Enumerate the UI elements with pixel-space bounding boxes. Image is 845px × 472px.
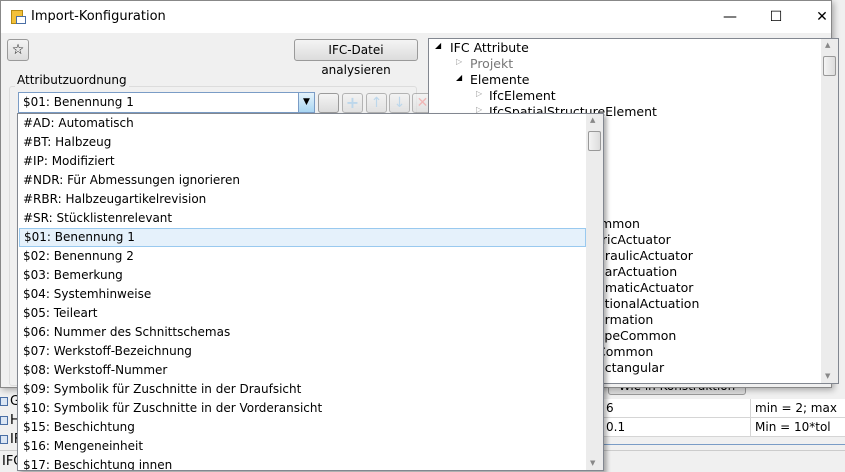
dropdown-item[interactable]: $04: Systemhinweise [19, 285, 586, 304]
dropdown-item[interactable]: $08: Werkstoff-Nummer [19, 361, 586, 380]
scroll-thumb[interactable] [588, 131, 601, 151]
tree-scrollbar[interactable]: ▲ ▼ [821, 39, 838, 383]
dropdown-item[interactable]: $05: Teileart [19, 304, 586, 323]
scroll-up-icon[interactable]: ▲ [590, 116, 595, 124]
table-icon [0, 397, 8, 406]
folder-window-icon [11, 10, 26, 24]
group-label: Attributzuordnung [15, 73, 129, 87]
attribute-dropdown-list[interactable]: #AD: Automatisch #BT: Halbzeug #IP: Modifi… [17, 113, 604, 471]
dropdown-scrollbar[interactable]: ▲ ▼ [586, 114, 603, 470]
table-row[interactable]: 0.1 Min = 10*tol [600, 418, 845, 437]
tree-item[interactable]: umaticActuator [597, 280, 693, 295]
dropdown-item[interactable]: #NDR: Für Abmessungen ignorieren [19, 171, 586, 190]
dropdown-item[interactable]: $09: Symbolik für Zuschnitte in der Drau… [19, 380, 586, 399]
window-title: Import-Konfiguration [31, 9, 166, 24]
combobox-value: $01: Benennung 1 [23, 95, 134, 109]
expanded-icon[interactable]: ◢ [435, 41, 441, 50]
tree-item[interactable]: earActuation [597, 264, 677, 279]
dropdown-item[interactable]: $17: Beschichtung innen [19, 456, 586, 470]
tree-item[interactable]: IfcElement [489, 88, 556, 103]
tree-item-elemente[interactable]: Elemente [470, 72, 529, 87]
cell: 0.1 [606, 420, 626, 434]
cell: min = 2; max = 10 [750, 399, 845, 434]
tree-item[interactable]: tricActuator [597, 232, 671, 247]
expanded-icon[interactable]: ◢ [456, 73, 462, 82]
scroll-thumb[interactable] [823, 56, 836, 76]
scroll-down-icon[interactable]: ▼ [825, 372, 830, 380]
add-icon[interactable]: + [342, 93, 363, 113]
dropdown-item[interactable]: $10: Symbolik für Zuschnitte in der Vord… [19, 399, 586, 418]
collapsed-icon[interactable]: ▷ [456, 57, 462, 66]
table-icon [0, 435, 8, 444]
dropdown-item[interactable]: #AD: Automatisch [19, 114, 586, 133]
chevron-down-icon[interactable]: ▼ [298, 93, 314, 112]
tree-item[interactable]: ormation [597, 312, 653, 327]
title-bar: Import-Konfiguration — ☐ ✕ [1, 1, 831, 33]
dropdown-item[interactable]: #IP: Modifiziert [19, 152, 586, 171]
arrow-down-icon[interactable]: ↓ [389, 93, 410, 113]
dropdown-item[interactable]: $02: Benennung 2 [19, 247, 586, 266]
dropdown-item[interactable]: $06: Nummer des Schnittschemas [19, 323, 586, 342]
minimize-button[interactable]: — [707, 1, 753, 33]
tree-item[interactable]: ectangular [597, 360, 664, 375]
collapsed-icon[interactable]: ▷ [476, 89, 482, 98]
arrow-up-icon[interactable]: ↑ [366, 93, 387, 113]
table-row[interactable]: 6 min = 2; max = 10 [600, 399, 845, 434]
star-icon: ☆ [11, 42, 25, 58]
analyze-ifc-button[interactable]: IFC-Datei analysieren [294, 39, 418, 77]
tree-item[interactable]: mmon [600, 216, 640, 231]
scroll-up-icon[interactable]: ▲ [825, 41, 830, 49]
tree-item[interactable]: ypeCommon [597, 328, 676, 343]
tree-item[interactable]: ationalActuation [597, 296, 699, 311]
dropdown-item[interactable]: $07: Werkstoff-Bezeichnung [19, 342, 586, 361]
ellipsis-button[interactable] [318, 93, 339, 113]
dropdown-item[interactable]: $01: Benennung 1 [19, 228, 586, 247]
maximize-button[interactable]: ☐ [753, 1, 799, 33]
attribute-combobox[interactable]: $01: Benennung 1 ▼ [18, 92, 315, 113]
cell: Min = 10*tol [750, 418, 831, 437]
dropdown-item[interactable]: $03: Bemerkung [19, 266, 586, 285]
tree-item[interactable]: Common [597, 344, 653, 359]
cell: 6 [606, 401, 614, 415]
tree-item-projekt[interactable]: Projekt [470, 56, 513, 71]
dropdown-item[interactable]: #BT: Halbzeug [19, 133, 586, 152]
dropdown-item[interactable]: #RBR: Halbzeugartikelrevision [19, 190, 586, 209]
table-icon [0, 416, 8, 425]
dropdown-item[interactable]: $15: Beschichtung [19, 418, 586, 437]
dropdown-item[interactable]: $16: Mengeneinheit [19, 437, 586, 456]
tree-item[interactable]: draulicActuator [597, 248, 693, 263]
tree-item-root[interactable]: IFC Attribute [450, 40, 529, 55]
favorite-button[interactable]: ☆ [7, 39, 29, 61]
close-button[interactable]: ✕ [799, 1, 845, 33]
scroll-down-icon[interactable]: ▼ [590, 459, 595, 467]
dropdown-item[interactable]: #SR: Stücklistenrelevant [19, 209, 586, 228]
